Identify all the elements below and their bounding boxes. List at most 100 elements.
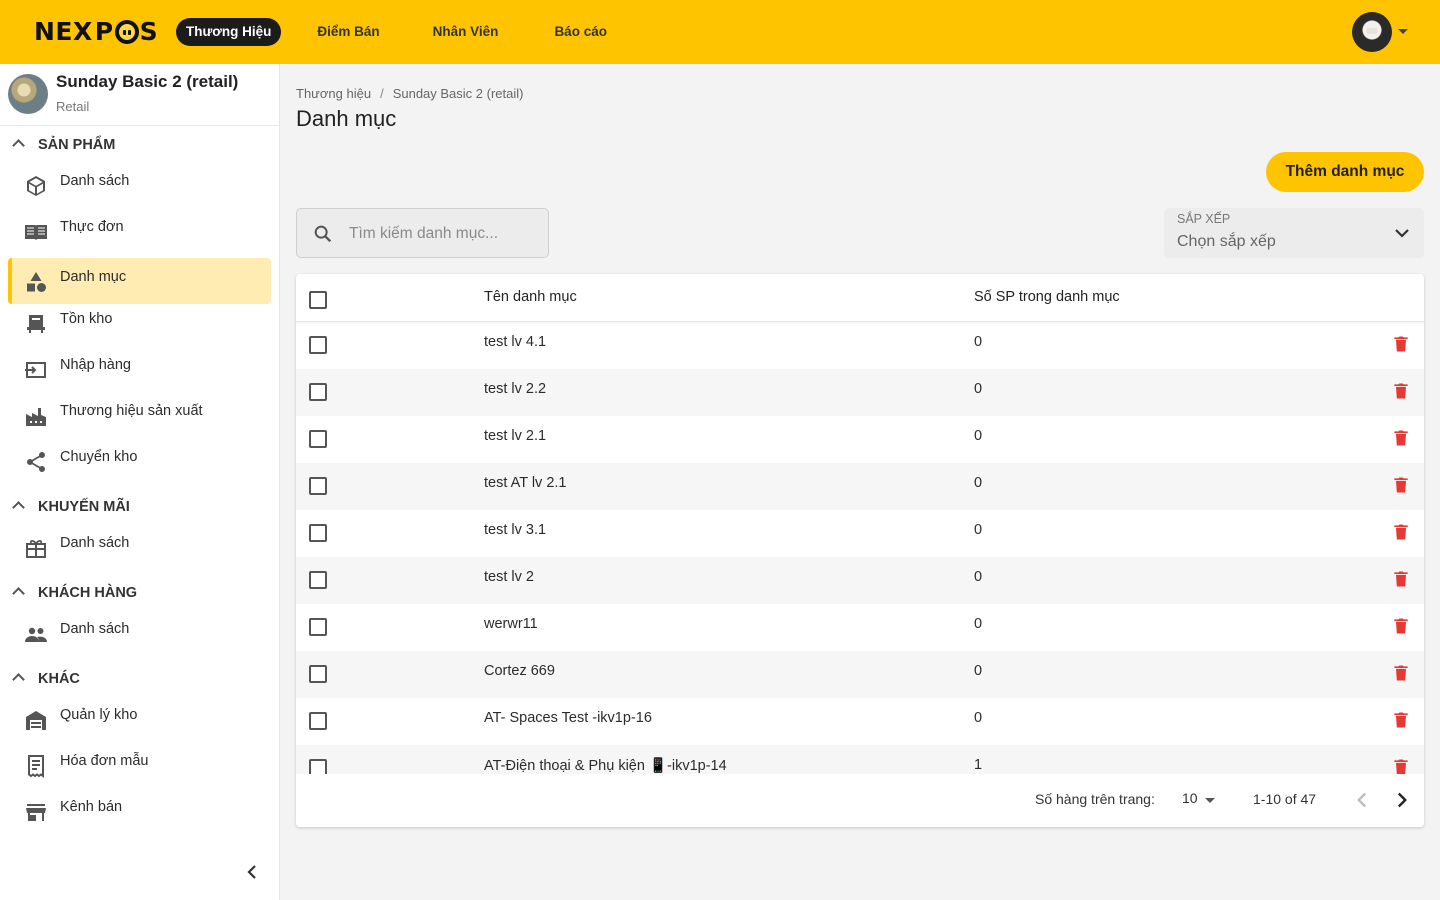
category-name: test AT lv 2.1 bbox=[484, 475, 567, 491]
section-khach-hang[interactable]: KHÁCH HÀNG bbox=[0, 580, 279, 608]
breadcrumb-item-store[interactable]: Sunday Basic 2 (retail) bbox=[393, 86, 524, 101]
row-checkbox[interactable] bbox=[309, 618, 327, 636]
section-label: KHÁC bbox=[38, 671, 80, 687]
store-header: Sunday Basic 2 (retail) Retail bbox=[0, 64, 279, 126]
sidebar-item-danh-sach-khuyen-mai[interactable]: Danh sách bbox=[8, 524, 271, 570]
chevron-up-icon bbox=[12, 587, 25, 600]
collapse-sidebar-chevron-left-icon[interactable] bbox=[240, 860, 264, 884]
sidebar-item-kenh-ban[interactable]: Kênh bán bbox=[8, 788, 271, 834]
search-input[interactable] bbox=[349, 222, 539, 246]
nexpos-logo[interactable]: NEX P S bbox=[34, 17, 158, 47]
sidebar-item-label: Thương hiệu sản xuất bbox=[60, 403, 203, 419]
table-row[interactable]: test lv 2 0 bbox=[296, 557, 1424, 604]
table-row[interactable]: test lv 4.1 0 bbox=[296, 322, 1424, 369]
breadcrumb: Thương hiệu / Sunday Basic 2 (retail) bbox=[296, 84, 523, 102]
row-checkbox[interactable] bbox=[309, 665, 327, 683]
sidebar-item-thuong-hieu-san-xuat[interactable]: Thương hiệu sản xuất bbox=[8, 392, 271, 438]
tab-bao-cao[interactable]: Báo cáo bbox=[544, 18, 617, 46]
gift-icon bbox=[26, 539, 46, 558]
delete-icon[interactable] bbox=[1391, 710, 1411, 730]
warehouse-icon bbox=[26, 711, 46, 730]
row-checkbox[interactable] bbox=[309, 430, 327, 448]
column-header-count[interactable]: Số SP trong danh mục bbox=[974, 289, 1120, 305]
row-checkbox[interactable] bbox=[309, 759, 327, 774]
sidebar-item-label: Danh sách bbox=[60, 535, 130, 551]
delete-icon[interactable] bbox=[1391, 475, 1411, 495]
table-header: Tên danh mục Số SP trong danh mục bbox=[296, 274, 1424, 322]
table-row[interactable]: werwr11 0 bbox=[296, 604, 1424, 651]
sidebar-item-nhap-hang[interactable]: Nhập hàng bbox=[8, 346, 271, 392]
product-count: 0 bbox=[974, 710, 983, 726]
table-row[interactable]: test AT lv 2.1 0 bbox=[296, 463, 1424, 510]
receipt-icon bbox=[28, 755, 44, 778]
product-count: 0 bbox=[974, 334, 983, 350]
delete-icon[interactable] bbox=[1391, 757, 1411, 774]
breadcrumb-item-thuong-hieu[interactable]: Thương hiệu bbox=[296, 86, 371, 101]
previous-page-chevron-left-icon[interactable] bbox=[1349, 787, 1375, 813]
search-box[interactable] bbox=[296, 208, 549, 258]
table-row[interactable]: AT-Điện thoại & Phụ kiện 📱-ikv1p-14 1 bbox=[296, 745, 1424, 774]
caret-down-icon bbox=[1205, 798, 1215, 803]
sort-label: SẮP XẾP bbox=[1177, 212, 1231, 226]
table-row[interactable]: test lv 2.2 0 bbox=[296, 369, 1424, 416]
rows-per-page-select[interactable]: 10 bbox=[1182, 788, 1218, 810]
table-pagination: Số hàng trên trang: 10 1-10 of 47 bbox=[296, 774, 1424, 827]
product-count: 0 bbox=[974, 663, 983, 679]
delete-icon[interactable] bbox=[1391, 569, 1411, 589]
sidebar-item-thuc-don[interactable]: Thực đơn bbox=[8, 208, 271, 254]
row-checkbox[interactable] bbox=[309, 524, 327, 542]
row-checkbox[interactable] bbox=[309, 571, 327, 589]
product-count: 0 bbox=[974, 522, 983, 538]
select-all-checkbox[interactable] bbox=[309, 291, 327, 309]
row-checkbox[interactable] bbox=[309, 477, 327, 495]
delete-icon[interactable] bbox=[1391, 522, 1411, 542]
sidebar-item-danh-sach-khach-hang[interactable]: Danh sách bbox=[8, 610, 271, 656]
page-range: 1-10 of 47 bbox=[1253, 791, 1317, 807]
row-checkbox[interactable] bbox=[309, 712, 327, 730]
tab-diem-ban[interactable]: Điểm Bán bbox=[307, 18, 389, 46]
category-name: test lv 4.1 bbox=[484, 334, 547, 350]
product-count: 0 bbox=[974, 569, 983, 585]
row-checkbox[interactable] bbox=[309, 383, 327, 401]
section-label: SẢN PHẨM bbox=[38, 137, 116, 153]
table-row[interactable]: Cortez 669 0 bbox=[296, 651, 1424, 698]
delete-icon[interactable] bbox=[1391, 663, 1411, 683]
sidebar-item-label: Danh sách bbox=[60, 621, 130, 637]
section-khac[interactable]: KHÁC bbox=[0, 666, 279, 694]
store-type: Retail bbox=[56, 99, 90, 114]
search-icon bbox=[314, 225, 332, 243]
table-row[interactable]: test lv 3.1 0 bbox=[296, 510, 1424, 557]
sidebar-item-chuyen-kho[interactable]: Chuyển kho bbox=[8, 438, 271, 484]
sidebar-item-danh-muc[interactable]: Danh mục bbox=[8, 258, 271, 304]
delete-icon[interactable] bbox=[1391, 616, 1411, 636]
delete-icon[interactable] bbox=[1391, 428, 1411, 448]
tab-thuong-hieu[interactable]: Thương Hiệu bbox=[176, 18, 282, 46]
table-row[interactable]: AT- Spaces Test -ikv1p-16 0 bbox=[296, 698, 1424, 745]
add-category-button[interactable]: Thêm danh mục bbox=[1266, 152, 1424, 192]
user-menu-caret-icon[interactable] bbox=[1398, 29, 1408, 34]
sidebar-item-quan-ly-kho[interactable]: Quản lý kho bbox=[8, 696, 271, 742]
product-count: 0 bbox=[974, 475, 983, 491]
tab-nhan-vien[interactable]: Nhân Viên bbox=[423, 18, 509, 46]
section-khuyen-mai[interactable]: KHUYẾN MÃI bbox=[0, 494, 279, 522]
user-avatar[interactable] bbox=[1352, 12, 1392, 52]
store-name: Sunday Basic 2 (retail) bbox=[56, 72, 239, 91]
table-row[interactable]: test lv 2.1 0 bbox=[296, 416, 1424, 463]
category-name: test lv 3.1 bbox=[484, 522, 547, 538]
sidebar-item-label: Nhập hàng bbox=[60, 357, 131, 373]
page-title: Danh mục bbox=[296, 106, 397, 131]
sidebar-item-ton-kho[interactable]: Tồn kho bbox=[8, 300, 271, 346]
chevron-up-icon bbox=[12, 501, 25, 514]
sidebar-item-danh-sach-san-pham[interactable]: Danh sách bbox=[8, 162, 271, 208]
column-header-name[interactable]: Tên danh mục bbox=[484, 289, 577, 305]
sidebar-item-label: Thực đơn bbox=[60, 219, 124, 235]
next-page-chevron-right-icon[interactable] bbox=[1389, 787, 1415, 813]
section-san-pham[interactable]: SẢN PHẨM bbox=[0, 132, 279, 160]
delete-icon[interactable] bbox=[1391, 381, 1411, 401]
sidebar-item-hoa-don-mau[interactable]: Hóa đơn mẫu bbox=[8, 742, 271, 788]
delete-icon[interactable] bbox=[1391, 334, 1411, 354]
category-name: test lv 2.2 bbox=[484, 381, 547, 397]
sort-select[interactable]: SẮP XẾP Chọn sắp xếp bbox=[1164, 208, 1424, 258]
row-checkbox[interactable] bbox=[309, 336, 327, 354]
top-bar: NEX P S Thương Hiệu Điểm Bán Nhân Viên Báo… bbox=[0, 0, 1440, 64]
